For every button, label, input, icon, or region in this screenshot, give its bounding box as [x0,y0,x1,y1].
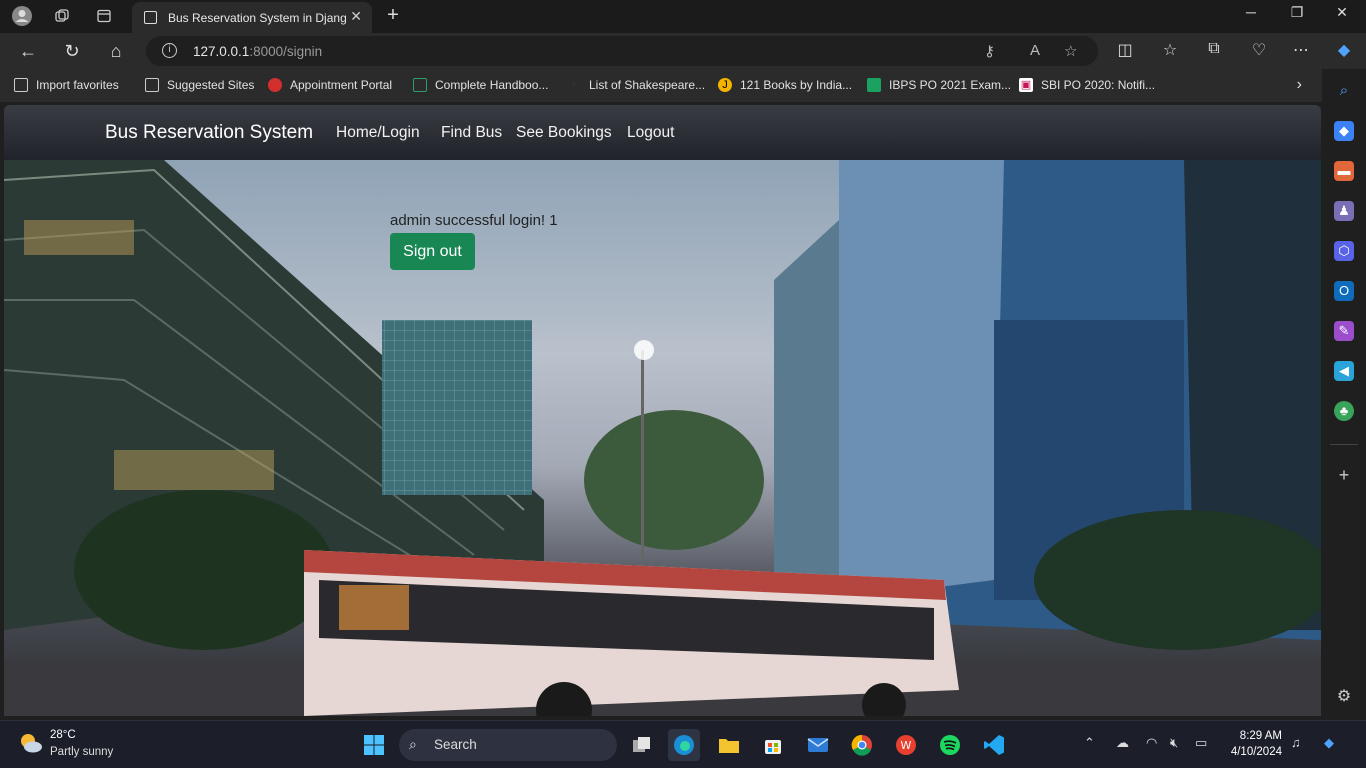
nav-logout[interactable]: Logout [627,124,674,142]
url-host: 127.0.0.1 [193,44,250,59]
handbook-icon [413,78,427,92]
site-info-icon[interactable]: i [162,43,177,58]
battery-icon[interactable]: ▭ [1195,735,1207,751]
taskbar-search[interactable]: ⌕ Search [399,729,617,761]
back-button[interactable]: ← [16,39,40,63]
import-icon [14,78,28,92]
vscode-icon[interactable] [978,729,1010,761]
address-bar-row: ← ↻ ⌂ i 127.0.0.1:8000/signin ⚷ A ☆ ◫ ☆ … [0,33,1366,69]
hero-background-image: admin successful login! 1 Sign out [4,160,1321,716]
send-icon[interactable]: ◀ [1334,361,1354,381]
nav-find-bus[interactable]: Find Bus [441,124,502,142]
sidebar-divider [1330,444,1358,445]
sbi-icon: ▣ [1019,78,1033,92]
edge-browser-icon[interactable] [668,729,700,761]
wps-office-icon[interactable]: W [890,729,922,761]
favorite-item[interactable]: IBPS PO 2021 Exam... [867,78,1011,92]
active-tab[interactable]: Bus Reservation System in Djang ✕ [132,2,372,33]
nav-home-login[interactable]: Home/Login [336,124,420,142]
copilot-icon[interactable]: ◆ [1333,40,1355,60]
svg-text:W: W [901,739,912,752]
favorites-icon[interactable]: ☆ [1159,40,1181,60]
wifi-icon[interactable]: ◠ [1146,735,1157,751]
tools-icon[interactable]: ▬ [1334,161,1354,181]
close-window-button[interactable]: ✕ [1322,4,1362,21]
favorite-star-icon[interactable]: ☆ [1064,42,1077,60]
favorite-item[interactable]: Import favorites [14,78,119,92]
file-explorer-icon[interactable] [713,729,745,761]
performance-icon[interactable]: ♡ [1248,40,1270,60]
onedrive-icon[interactable]: ☁ [1116,735,1129,751]
city-street-illustration [4,160,1321,716]
read-aloud-icon[interactable]: A [1030,42,1040,59]
title-bar: Bus Reservation System in Djang ✕ + ─ ❐ … [0,0,1366,33]
ibps-icon [867,78,881,92]
copilot-taskbar-icon[interactable]: ◆ [1324,735,1334,751]
favorite-item[interactable]: • List of Shakespeare... [567,78,705,92]
key-icon[interactable]: ⚷ [984,42,995,60]
favorites-bar: Import favorites Suggested Sites Appoint… [0,69,1366,102]
collections-icon[interactable]: ⧉ [1203,40,1225,58]
portal-icon [268,78,282,92]
search-icon[interactable]: ⌕ [1334,81,1354,101]
games-icon[interactable]: ♟ [1334,201,1354,221]
clock-date[interactable]: 4/10/2024 [1226,746,1282,758]
favorite-item[interactable]: ▣ SBI PO 2020: Notifi... [1019,78,1155,92]
settings-gear-icon[interactable]: ⚙ [1334,687,1354,707]
microsoft-store-icon[interactable] [757,729,789,761]
home-button[interactable]: ⌂ [104,39,128,63]
task-view-icon[interactable] [626,729,658,761]
windows-taskbar: 28°C Partly sunny ⌕ Search W ⌃ ☁ ◠ 🔇︎ ▭ … [0,720,1366,768]
clock-time[interactable]: 8:29 AM [1238,730,1282,742]
close-tab-icon[interactable]: ✕ [350,8,362,25]
copilot-sidebar-icon[interactable]: ⬡ [1334,241,1354,261]
tab-actions-icon[interactable] [93,5,115,27]
windows-start-icon[interactable] [358,729,390,761]
url-path: :8000/signin [249,44,323,59]
notification-bell-icon[interactable]: ♫ [1291,735,1301,750]
shopping-icon[interactable]: ◆ [1334,121,1354,141]
split-screen-icon[interactable]: ◫ [1114,40,1136,60]
profile-avatar-icon[interactable] [11,5,33,27]
address-input[interactable]: i 127.0.0.1:8000/signin ⚷ A ☆ [146,36,1098,66]
mail-icon[interactable] [802,729,834,761]
favorite-item[interactable]: J 121 Books by India... [718,78,852,92]
outlook-icon[interactable]: O [1334,281,1354,301]
favorites-overflow-icon[interactable]: › [1297,76,1302,94]
search-icon: ⌕ [409,736,417,752]
add-icon[interactable]: + [1334,465,1354,485]
chrome-icon[interactable] [846,729,878,761]
search-label: Search [434,737,477,752]
tab-title: Bus Reservation System in Djang [168,10,347,25]
volume-muted-icon[interactable]: 🔇︎ [1170,735,1178,751]
site-brand[interactable]: Bus Reservation System [105,122,313,144]
designer-icon[interactable]: ✎ [1334,321,1354,341]
books-icon: J [718,78,732,92]
weather-temperature[interactable]: 28°C [50,729,76,741]
refresh-button[interactable]: ↻ [60,39,84,63]
nav-see-bookings[interactable]: See Bookings [516,124,612,142]
site-navbar: Bus Reservation System Home/Login Find B… [4,105,1321,160]
edge-sidebar: ⌕ ◆ ▬ ♟ ⬡ O ✎ ◀ ♣ + ⚙ [1322,69,1366,720]
partly-sunny-icon[interactable] [18,731,44,755]
minimize-button[interactable]: ─ [1231,4,1271,20]
tree-icon[interactable]: ♣ [1334,401,1354,421]
favorite-item[interactable]: Suggested Sites [145,78,254,92]
dot-icon: • [572,79,576,91]
favorite-item[interactable]: Complete Handboo... [413,78,548,92]
more-menu-icon[interactable]: ⋯ [1290,40,1312,60]
sign-out-button[interactable]: Sign out [390,233,475,270]
spotify-icon[interactable] [934,729,966,761]
page-favicon-icon [144,11,157,24]
weather-condition[interactable]: Partly sunny [50,746,113,758]
show-hidden-icons-icon[interactable]: ⌃ [1084,735,1095,751]
favorite-item[interactable]: Appointment Portal [268,78,392,92]
restore-button[interactable]: ❐ [1277,4,1317,21]
login-success-message: admin successful login! 1 [390,212,558,229]
workspaces-icon[interactable] [51,5,73,27]
page-icon [145,78,159,92]
page-viewport: Bus Reservation System Home/Login Find B… [4,105,1321,716]
new-tab-button[interactable]: + [382,4,404,27]
